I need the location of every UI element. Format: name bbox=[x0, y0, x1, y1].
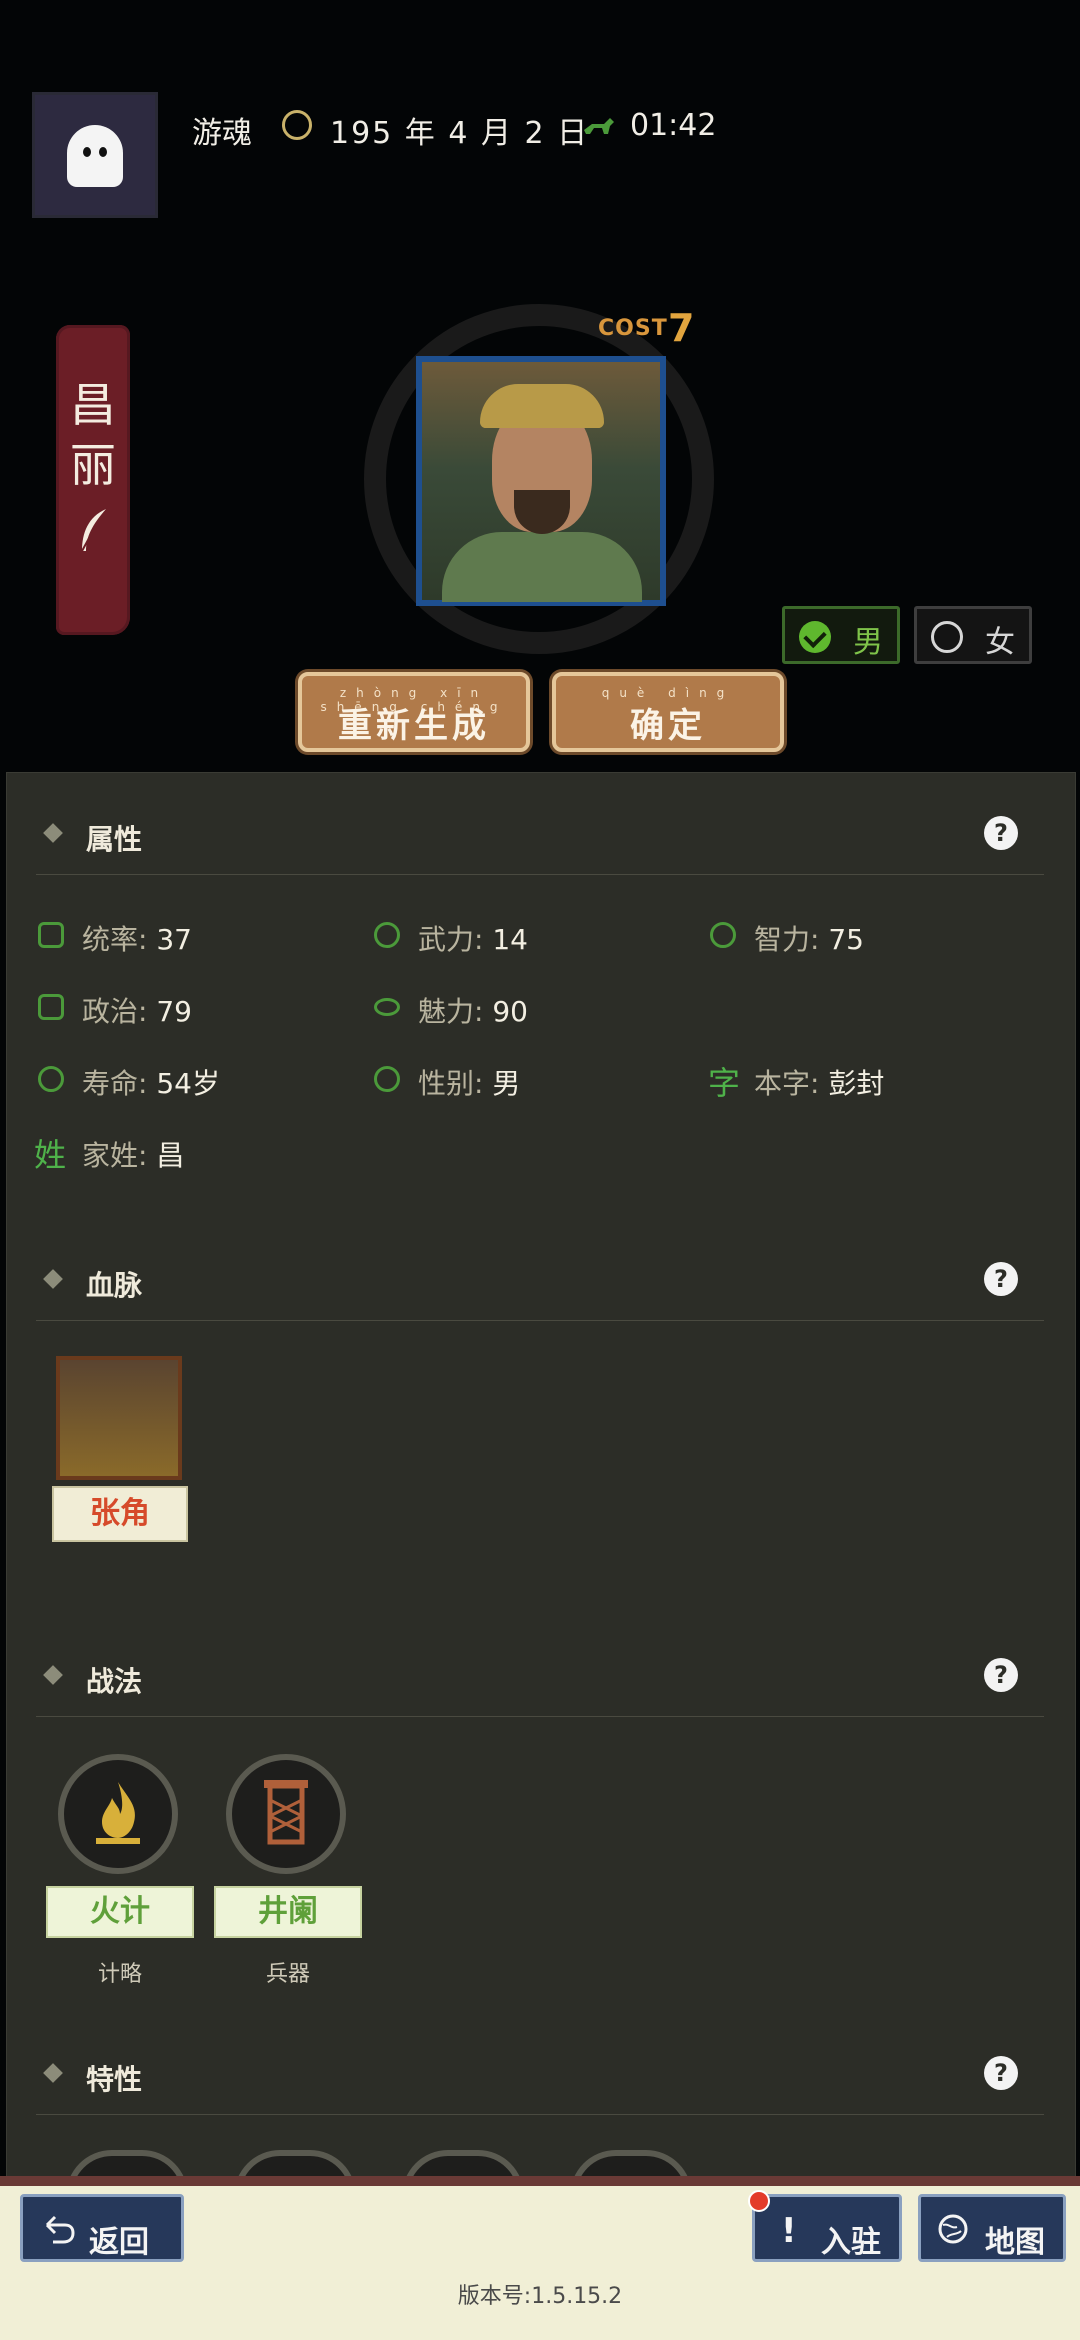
map-button[interactable]: 地图 bbox=[918, 2194, 1066, 2262]
name-char-1: 昌 bbox=[70, 378, 116, 432]
stat-charm: 魅力: 90 bbox=[418, 995, 528, 1028]
stat-politics: 政治: 79 bbox=[82, 995, 192, 1028]
stat-strength: 武力: 14 bbox=[418, 923, 528, 956]
horse-icon bbox=[584, 118, 614, 134]
enter-button[interactable]: ! 入驻 bbox=[752, 2194, 902, 2262]
fire-tactic-icon[interactable] bbox=[58, 1754, 178, 1874]
diamond-bullet-icon bbox=[43, 1269, 63, 1289]
stat-command: 统率: 37 bbox=[82, 923, 192, 956]
feather-edit-icon bbox=[81, 509, 106, 552]
tactics-header: 战法 ? bbox=[36, 1654, 1044, 1702]
stat-intelligence: 智力: 75 bbox=[754, 923, 864, 956]
diamond-bullet-icon bbox=[43, 2063, 63, 2083]
siege-tower-tactic-icon[interactable] bbox=[226, 1754, 346, 1874]
intelligence-brain-icon bbox=[710, 922, 736, 948]
regenerate-button[interactable]: zhòng xīn shēng chéng 重新生成 bbox=[298, 672, 530, 752]
tactic-type: 计略 bbox=[97, 1962, 142, 1987]
traits-help-icon[interactable]: ? bbox=[984, 2056, 1018, 2090]
name-char-2: 丽 bbox=[70, 438, 116, 492]
gender-female-option[interactable]: 女 bbox=[914, 606, 1032, 664]
version-label: 版本号:1.5.15.2 bbox=[457, 2284, 623, 2309]
username: 游魂 bbox=[192, 116, 252, 151]
lineage-help-icon[interactable]: ? bbox=[984, 1262, 1018, 1296]
traits-header: 特性 ? bbox=[36, 2052, 1044, 2100]
courtesy-name-icon: 字 bbox=[708, 1064, 741, 1102]
confirm-button[interactable]: què dìng 确定 bbox=[552, 672, 784, 752]
diamond-bullet-icon bbox=[43, 1665, 63, 1685]
stat-lifespan: 寿命: 54岁 bbox=[82, 1067, 220, 1100]
bottom-bar-border bbox=[0, 2176, 1080, 2186]
ancestor-name[interactable]: 张角 bbox=[52, 1486, 188, 1542]
game-time: 01:42 bbox=[630, 108, 717, 143]
stat-courtesy-name: 本字: 彭封 bbox=[754, 1067, 885, 1100]
exclamation-icon: ! bbox=[781, 2211, 797, 2251]
stat-family-name: 家姓: 昌 bbox=[82, 1139, 185, 1172]
charm-eye-icon bbox=[374, 998, 400, 1016]
player-avatar[interactable] bbox=[32, 92, 158, 218]
divider bbox=[36, 1716, 1044, 1717]
tactic-name[interactable]: 井阑 bbox=[214, 1886, 362, 1938]
tactic-name[interactable]: 火计 bbox=[46, 1886, 194, 1938]
cost-value: 7 bbox=[668, 306, 695, 350]
stat-gender: 性别: 男 bbox=[418, 1067, 521, 1100]
attributes-header: 属性 ? bbox=[36, 812, 1044, 860]
divider bbox=[36, 1320, 1044, 1321]
cost-label: COST bbox=[598, 316, 668, 341]
command-flag-icon bbox=[38, 922, 64, 948]
lineage-header: 血脉 ? bbox=[36, 1258, 1044, 1306]
gender-icon bbox=[374, 1066, 400, 1092]
attributes-help-icon[interactable]: ? bbox=[984, 816, 1018, 850]
check-icon bbox=[799, 621, 831, 653]
globe-icon bbox=[938, 2214, 968, 2244]
back-button[interactable]: 返回 bbox=[20, 2194, 184, 2262]
strength-arm-icon bbox=[374, 922, 400, 948]
back-arrow-icon bbox=[45, 2215, 75, 2244]
divider bbox=[36, 2114, 1044, 2115]
name-banner[interactable]: 昌 丽 bbox=[56, 325, 130, 635]
lifespan-icon bbox=[38, 1066, 64, 1092]
ghost-avatar-icon bbox=[67, 125, 123, 187]
radio-empty-icon bbox=[931, 621, 963, 653]
gender-male-option[interactable]: 男 bbox=[782, 606, 900, 664]
divider bbox=[36, 874, 1044, 875]
family-name-icon: 姓 bbox=[34, 1136, 67, 1174]
game-date: 195 年 4 月 2 日 bbox=[330, 116, 590, 151]
calendar-icon bbox=[282, 110, 312, 140]
notification-dot bbox=[748, 2190, 770, 2212]
general-portrait[interactable] bbox=[416, 356, 666, 606]
politics-icon bbox=[38, 994, 64, 1020]
tactic-type: 兵器 bbox=[265, 1962, 310, 1987]
ancestor-portrait[interactable] bbox=[56, 1356, 182, 1480]
diamond-bullet-icon bbox=[43, 823, 63, 843]
tactics-help-icon[interactable]: ? bbox=[984, 1658, 1018, 1692]
